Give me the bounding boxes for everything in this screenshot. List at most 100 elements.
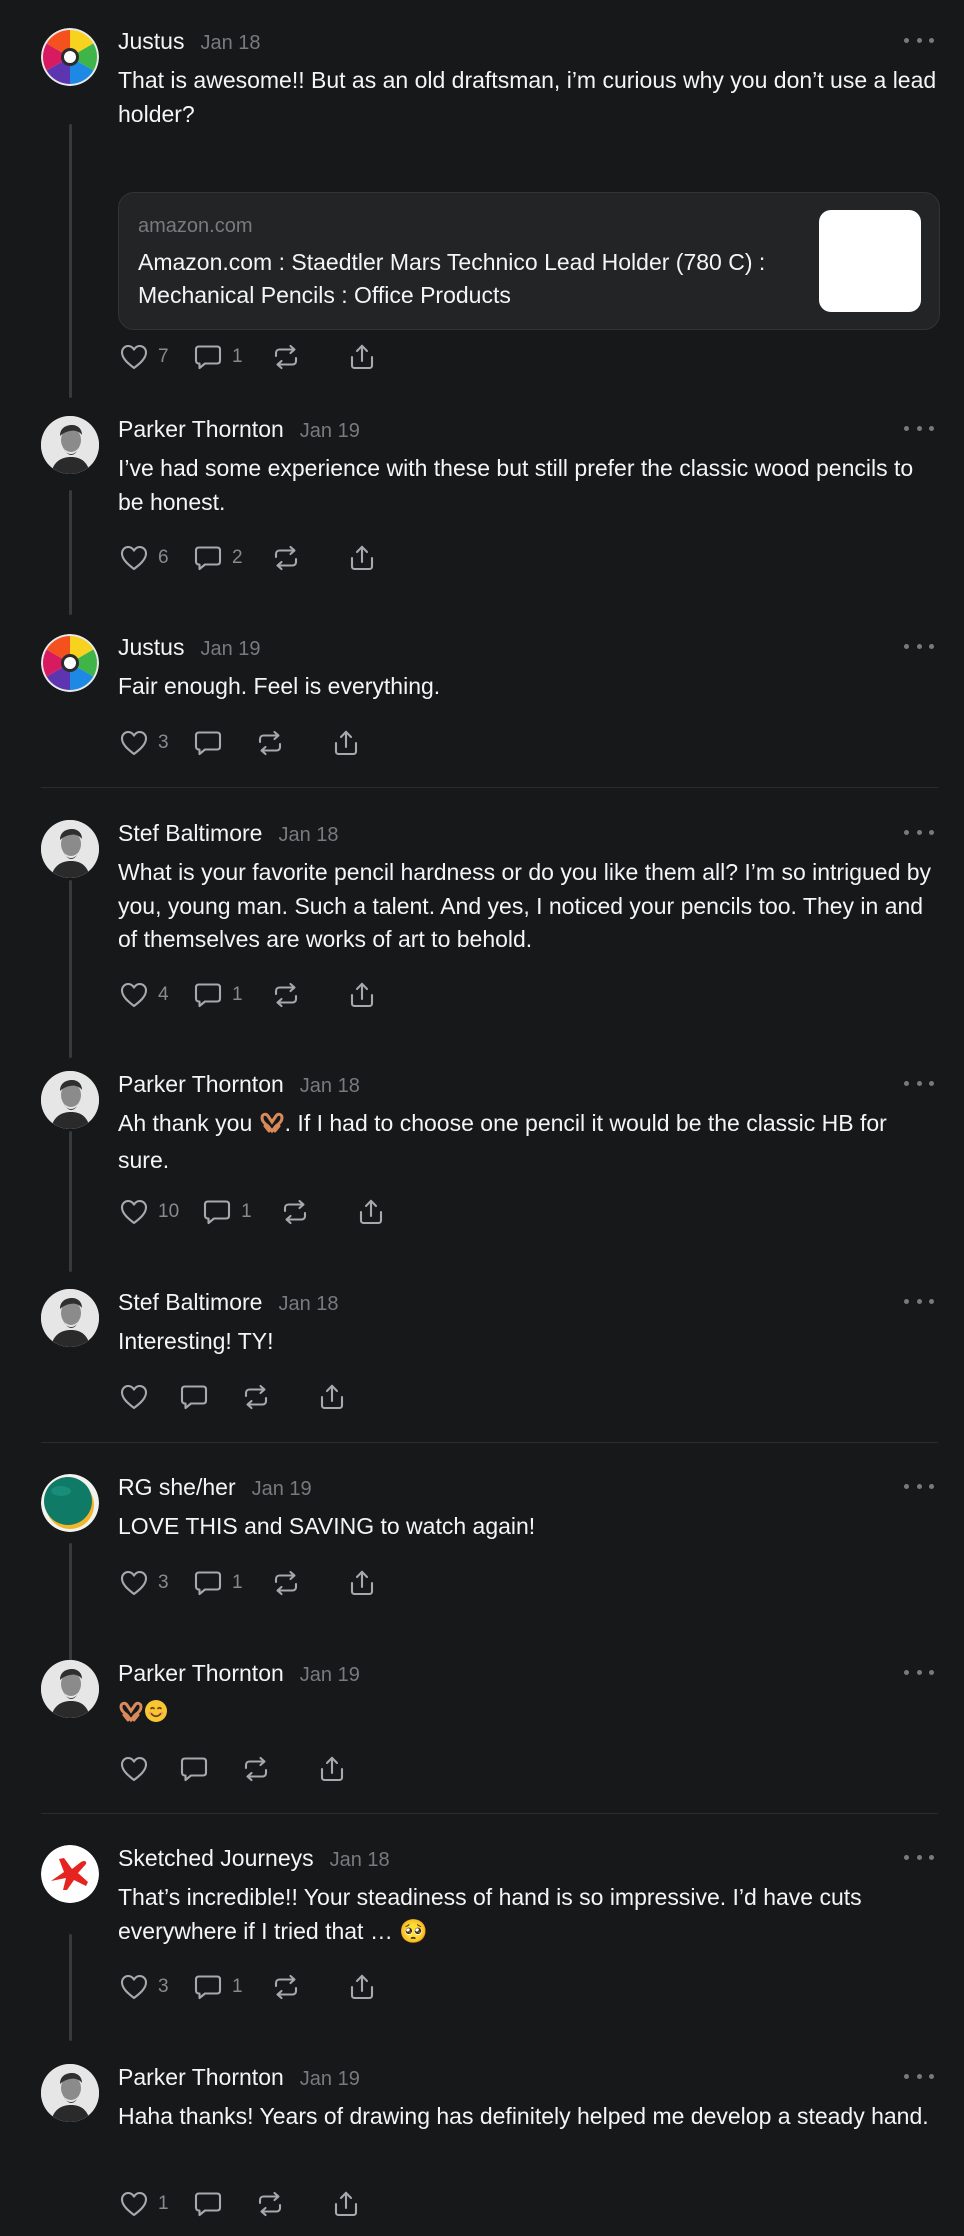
- share-button[interactable]: [346, 541, 378, 575]
- like-button[interactable]: 3: [118, 1970, 170, 2004]
- repost-button[interactable]: [279, 1195, 311, 1229]
- username[interactable]: Stef Baltimore: [118, 1289, 262, 1316]
- reply-button[interactable]: 1: [192, 1566, 244, 1600]
- share-icon: [330, 727, 362, 759]
- like-button[interactable]: 6: [118, 541, 170, 575]
- share-button[interactable]: [316, 1752, 348, 1786]
- avatar[interactable]: [41, 820, 99, 878]
- green-circle-avatar[interactable]: [41, 1474, 99, 1532]
- color-wheel-avatar[interactable]: [41, 28, 99, 86]
- like-button[interactable]: 4: [118, 978, 170, 1012]
- reply-count: 1: [232, 984, 243, 1005]
- reply-button[interactable]: 1: [192, 1970, 244, 2004]
- like-count: 3: [158, 1976, 169, 1997]
- reply-button[interactable]: [178, 1752, 210, 1786]
- post-text: [118, 1696, 938, 1733]
- username[interactable]: RG she/her: [118, 1474, 236, 1501]
- username[interactable]: Parker Thornton: [118, 1660, 284, 1687]
- avatar[interactable]: [41, 1660, 99, 1718]
- username[interactable]: Stef Baltimore: [118, 820, 262, 847]
- like-button[interactable]: [118, 1380, 150, 1414]
- repost-icon: [254, 727, 286, 759]
- username[interactable]: Parker Thornton: [118, 416, 284, 443]
- more-options-button[interactable]: [904, 1071, 934, 1095]
- like-button[interactable]: 3: [118, 726, 170, 760]
- avatar[interactable]: [41, 2064, 99, 2122]
- heart-icon: [118, 1381, 150, 1413]
- share-button[interactable]: [316, 1380, 348, 1414]
- username[interactable]: Parker Thornton: [118, 1071, 284, 1098]
- reply-button[interactable]: 1: [192, 978, 244, 1012]
- reply-button[interactable]: [192, 2187, 224, 2221]
- share-button[interactable]: [346, 978, 378, 1012]
- more-options-button[interactable]: [904, 1660, 934, 1684]
- username[interactable]: Sketched Journeys: [118, 1845, 314, 1872]
- heart-icon: [118, 2188, 150, 2220]
- post-header: Stef Baltimore Jan 18: [118, 820, 339, 850]
- reply-button[interactable]: [192, 726, 224, 760]
- more-options-button[interactable]: [904, 416, 934, 440]
- repost-button[interactable]: [270, 1566, 302, 1600]
- like-button[interactable]: 1: [118, 2187, 170, 2221]
- reply-button[interactable]: [178, 1380, 210, 1414]
- repost-button[interactable]: [240, 1752, 272, 1786]
- share-button[interactable]: [346, 340, 378, 374]
- more-options-button[interactable]: [904, 1289, 934, 1313]
- share-icon: [316, 1753, 348, 1785]
- repost-button[interactable]: [240, 1380, 272, 1414]
- divider: [41, 1813, 938, 1814]
- repost-icon: [240, 1381, 272, 1413]
- like-count: 7: [158, 346, 169, 367]
- like-count: 1: [158, 2193, 169, 2214]
- color-wheel-avatar[interactable]: [41, 634, 99, 692]
- reply-count: 2: [232, 547, 243, 568]
- avatar[interactable]: [41, 1071, 99, 1129]
- share-button[interactable]: [346, 1566, 378, 1600]
- action-bar: 10 1: [118, 1195, 387, 1229]
- profile-photo: [41, 820, 99, 878]
- repost-button[interactable]: [254, 726, 286, 760]
- reply-button[interactable]: 1: [201, 1195, 253, 1229]
- avatar[interactable]: [41, 1289, 99, 1347]
- share-button[interactable]: [346, 1970, 378, 2004]
- like-button[interactable]: 3: [118, 1566, 170, 1600]
- post-header: Parker Thornton Jan 18: [118, 1071, 360, 1101]
- thread-line: [69, 1543, 72, 1666]
- reply-button[interactable]: 2: [192, 541, 244, 575]
- repost-button[interactable]: [270, 340, 302, 374]
- action-bar: 31: [118, 1970, 378, 2004]
- repost-button[interactable]: [270, 978, 302, 1012]
- red-airplane-avatar[interactable]: [41, 1845, 99, 1903]
- action-bar: 3: [118, 726, 362, 760]
- username[interactable]: Justus: [118, 634, 184, 661]
- profile-photo: [41, 1289, 99, 1347]
- like-button[interactable]: 10: [118, 1195, 179, 1229]
- share-icon: [355, 1196, 387, 1228]
- repost-button[interactable]: [270, 1970, 302, 2004]
- like-button[interactable]: 7: [118, 340, 170, 374]
- share-button[interactable]: [355, 1195, 387, 1229]
- more-options-button[interactable]: [904, 634, 934, 658]
- avatar[interactable]: [41, 416, 99, 474]
- repost-button[interactable]: [270, 541, 302, 575]
- share-button[interactable]: [330, 726, 362, 760]
- more-options-button[interactable]: [904, 1474, 934, 1498]
- thread-line: [69, 880, 72, 1058]
- username[interactable]: Parker Thornton: [118, 2064, 284, 2091]
- more-options-button[interactable]: [904, 2064, 934, 2088]
- repost-icon: [270, 1567, 302, 1599]
- like-button[interactable]: [118, 1752, 150, 1786]
- action-bar: 62: [118, 541, 378, 575]
- more-options-button[interactable]: [904, 820, 934, 844]
- more-options-button[interactable]: [904, 1845, 934, 1869]
- link-title: Amazon.com : Staedtler Mars Technico Lea…: [138, 249, 766, 308]
- more-options-button[interactable]: [904, 28, 934, 52]
- share-button[interactable]: [330, 2187, 362, 2221]
- reply-button[interactable]: 1: [192, 340, 244, 374]
- repost-button[interactable]: [254, 2187, 286, 2221]
- divider: [41, 1442, 938, 1443]
- heart-hands-emoji: [118, 1699, 144, 1733]
- post-text: Fair enough. Feel is everything.: [118, 673, 441, 699]
- username[interactable]: Justus: [118, 28, 184, 55]
- link-preview-card[interactable]: amazon.com Amazon.com : Staedtler Mars T…: [118, 192, 940, 330]
